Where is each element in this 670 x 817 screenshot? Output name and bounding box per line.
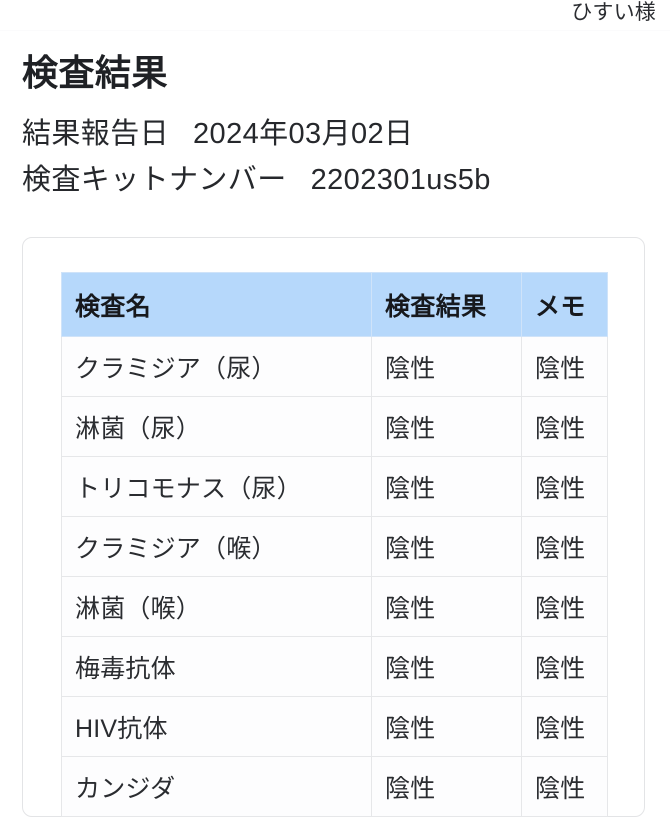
cell-memo: 陰性 [521,576,608,637]
cell-memo: 陰性 [521,696,608,757]
test-results-table: 検査名 検査結果 メモ クラミジア（尿） 陰性 陰性 淋菌（尿） 陰性 陰性 トリコモナス（… [61,272,608,817]
cell-test-name: 淋菌（尿） [61,396,372,457]
cell-test-result: 陰性 [371,576,522,637]
cell-test-result: 陰性 [371,696,522,757]
table-row: 淋菌（喉） 陰性 陰性 [61,576,608,637]
cell-test-name: 梅毒抗体 [61,636,372,697]
cell-memo: 陰性 [521,516,608,577]
table-row: HIV抗体 陰性 陰性 [61,696,608,757]
cell-test-name: クラミジア（尿） [61,336,372,397]
cell-memo: 陰性 [521,756,608,817]
cell-test-result: 陰性 [371,636,522,697]
page-title: 検査結果 [22,52,169,93]
table-header-row: 検査名 検査結果 メモ [61,272,608,337]
cell-memo: 陰性 [521,396,608,457]
cell-test-name: HIV抗体 [61,696,372,757]
cell-test-name: カンジダ [61,756,372,817]
kit-number-value: 2202301us5b [310,164,491,196]
table-row: カンジダ 陰性 陰性 [61,756,608,817]
meta-row-report-date: 結果報告日 2024年03月02日 [22,111,670,157]
cell-test-result: 陰性 [371,456,522,517]
heading-block: 検査結果 結果報告日 2024年03月02日 検査キットナンバー 2202301… [0,31,670,203]
cell-test-result: 陰性 [371,516,522,577]
user-name-label: ひすい様 [571,1,656,24]
cell-memo: 陰性 [521,456,608,517]
report-date-label: 結果報告日 [22,118,170,150]
column-header-test-result: 検査結果 [371,272,522,337]
report-date-value: 2024年03月02日 [193,118,414,150]
cell-memo: 陰性 [521,336,608,397]
table-body: クラミジア（尿） 陰性 陰性 淋菌（尿） 陰性 陰性 トリコモナス（尿） 陰性 陰性 クラミジア（… [61,336,608,817]
column-header-memo: メモ [521,272,608,337]
kit-number-label: 検査キットナンバー [22,164,287,196]
cell-test-name: クラミジア（喉） [61,516,372,577]
column-header-test-name: 検査名 [61,272,372,337]
table-row: 淋菌（尿） 陰性 陰性 [61,396,608,457]
cell-test-result: 陰性 [371,396,522,457]
table-row: 梅毒抗体 陰性 陰性 [61,636,608,697]
meta-row-kit-number: 検査キットナンバー 2202301us5b [22,157,670,203]
cell-test-result: 陰性 [371,336,522,397]
cell-test-name: トリコモナス（尿） [61,456,372,517]
cell-test-name: 淋菌（喉） [61,576,372,637]
table-head: 検査名 検査結果 メモ [61,272,608,337]
cell-test-result: 陰性 [371,756,522,817]
table-row: クラミジア（喉） 陰性 陰性 [61,516,608,577]
cell-memo: 陰性 [521,636,608,697]
table-row: トリコモナス（尿） 陰性 陰性 [61,456,608,517]
top-user-bar: ひすい様 [0,0,670,30]
table-row: クラミジア（尿） 陰性 陰性 [61,336,608,397]
results-card: 検査名 検査結果 メモ クラミジア（尿） 陰性 陰性 淋菌（尿） 陰性 陰性 トリコモナス（… [22,237,645,817]
result-meta-list: 結果報告日 2024年03月02日 検査キットナンバー 2202301us5b [22,111,670,203]
